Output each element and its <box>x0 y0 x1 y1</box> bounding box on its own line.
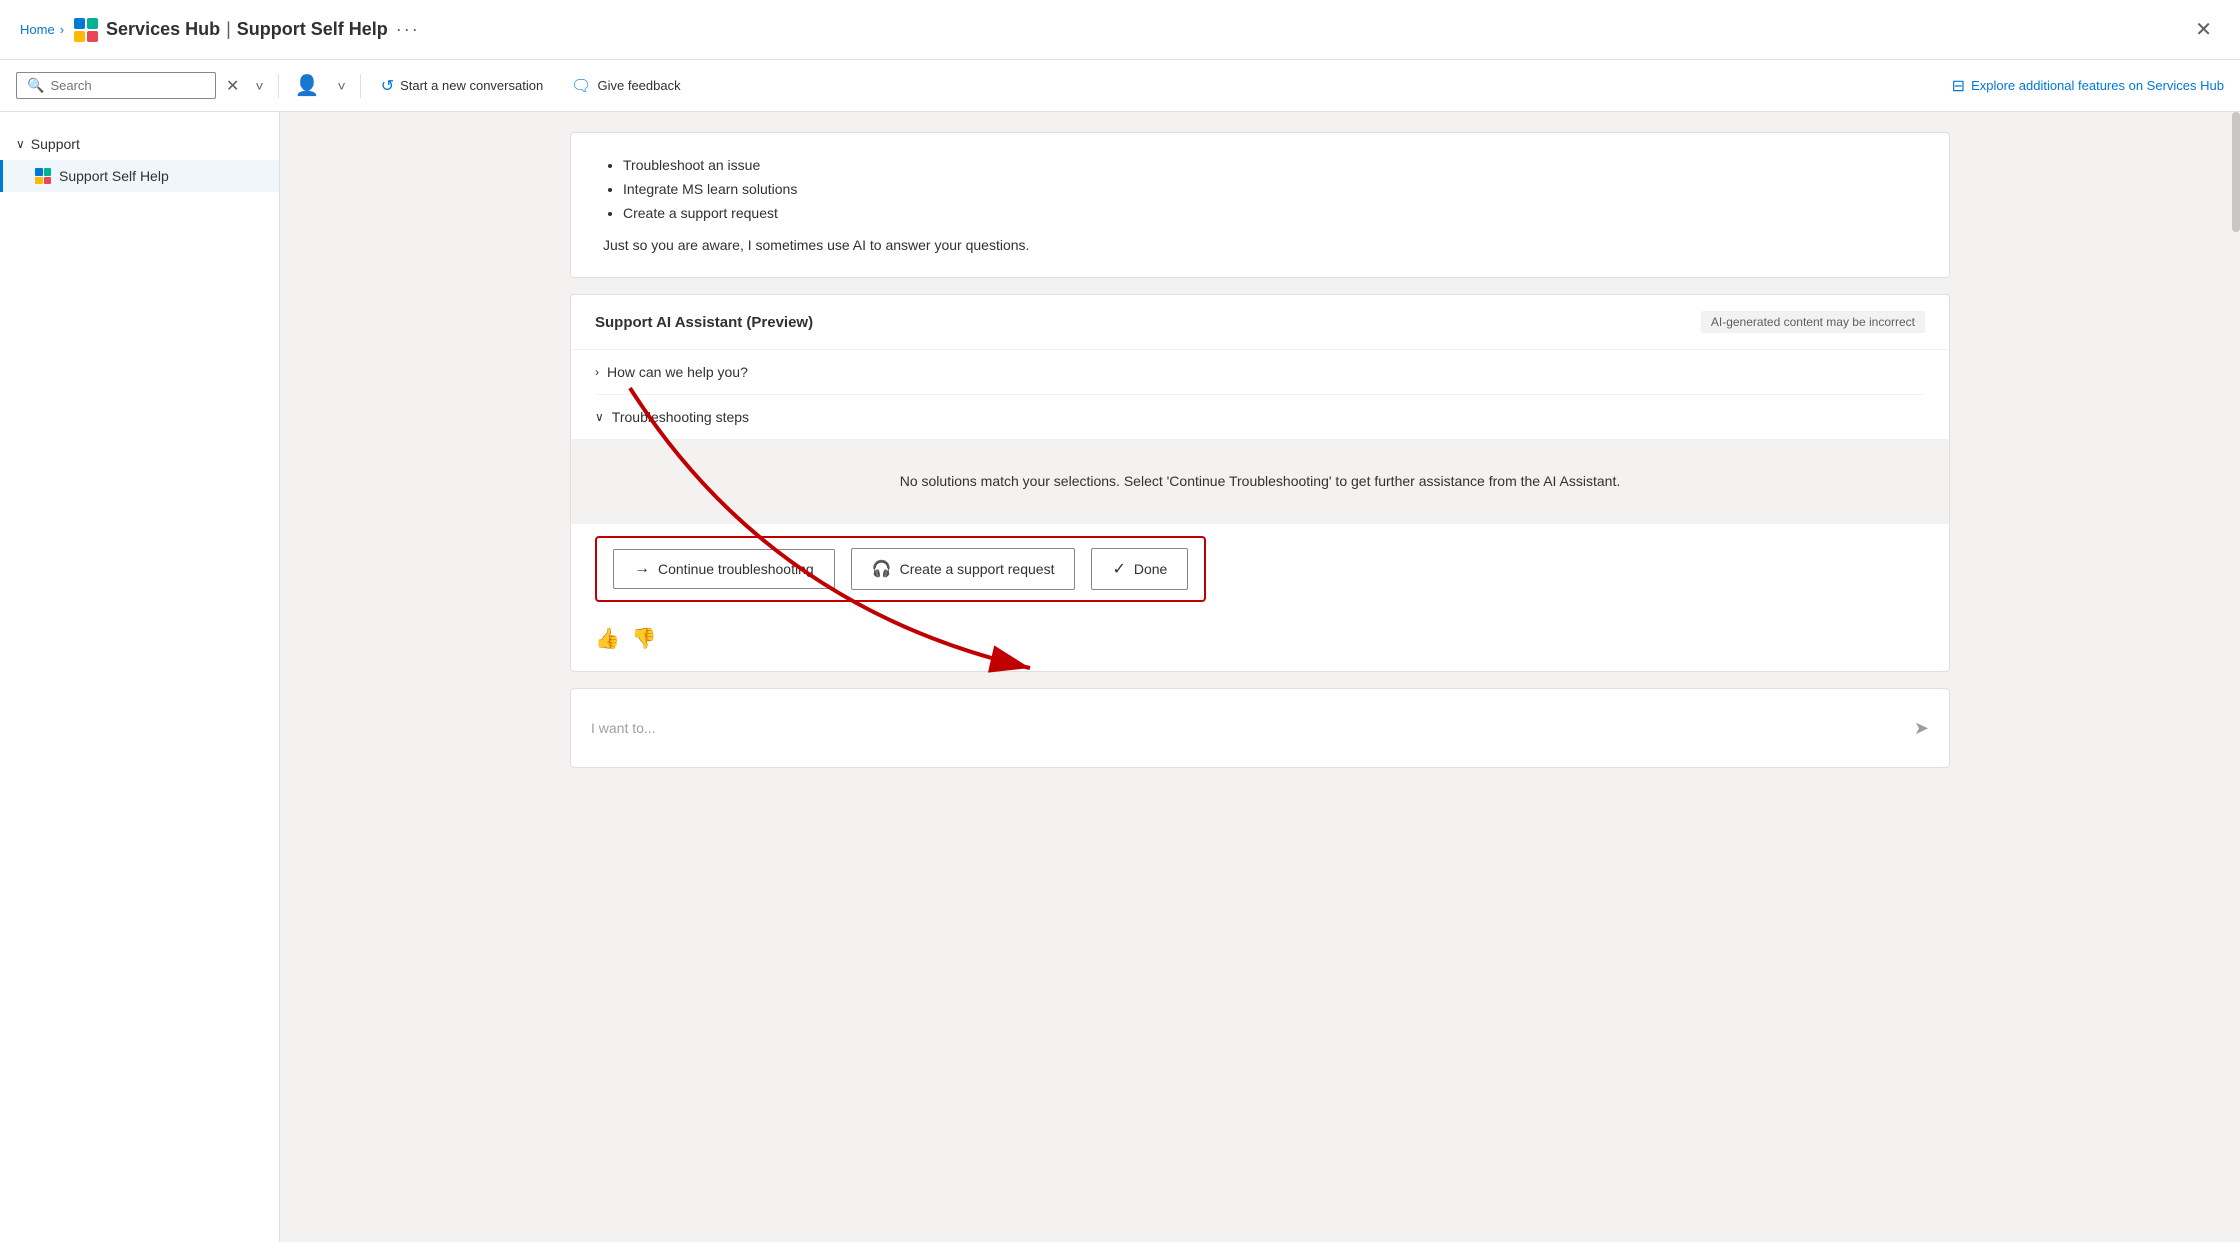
disclaimer-text: Just so you are aware, I sometimes use A… <box>603 237 1917 253</box>
sidebar-item-logo-icon <box>35 168 51 184</box>
ai-troubleshoot-row[interactable]: ∨ Troubleshooting steps <box>595 395 1925 439</box>
breadcrumb: Home › <box>20 22 64 37</box>
feature-list: Troubleshoot an issue Integrate MS learn… <box>603 157 1917 221</box>
ai-section: › How can we help you? ∨ Troubleshooting… <box>571 350 1949 439</box>
thumbs-down-button[interactable]: 👎 <box>632 626 657 651</box>
start-new-conversation-button[interactable]: ↺ Start a new conversation <box>369 71 555 101</box>
close-button[interactable]: ✕ <box>2187 13 2220 46</box>
toolbar-divider <box>278 74 279 98</box>
arrow-right-icon: → <box>634 560 650 578</box>
list-item: Create a support request <box>623 205 1917 221</box>
logo-grid-icon <box>74 18 98 42</box>
refresh-icon: ↺ <box>381 76 394 96</box>
thumbs-up-button[interactable]: 👍 <box>595 626 620 651</box>
ai-assistant-card: Support AI Assistant (Preview) AI-genera… <box>570 294 1950 672</box>
input-placeholder: I want to... <box>591 720 656 736</box>
scrollbar-track[interactable] <box>2232 112 2240 1242</box>
app-title: Services Hub|Support Self Help <box>106 19 388 40</box>
give-feedback-button[interactable]: 🗨 Give feedback <box>559 71 692 101</box>
continue-troubleshooting-button[interactable]: → Continue troubleshooting <box>613 549 835 589</box>
headset-icon: 🎧 <box>872 559 892 579</box>
send-button[interactable]: ➤ <box>1914 718 1929 739</box>
check-icon: ✓ <box>1112 559 1125 579</box>
sidebar-item-label: Support Self Help <box>59 168 169 184</box>
chevron-down-icon: ∨ <box>16 137 25 151</box>
ai-card-header: Support AI Assistant (Preview) AI-genera… <box>571 295 1949 350</box>
breadcrumb-home[interactable]: Home <box>20 22 55 37</box>
ai-disclaimer-badge: AI-generated content may be incorrect <box>1701 311 1925 333</box>
input-area: I want to... ➤ <box>570 688 1950 768</box>
explore-link[interactable]: ⊟ Explore additional features on Service… <box>1952 76 2224 96</box>
sidebar-section: ∨ Support Support Self Help <box>0 120 279 200</box>
no-solutions-message: No solutions match your selections. Sele… <box>595 459 1925 504</box>
sidebar: ∨ Support Support Self Help <box>0 112 280 1242</box>
action-buttons-container: → Continue troubleshooting 🎧 Create a su… <box>571 524 1949 614</box>
title-ellipsis-button[interactable]: ··· <box>396 19 420 40</box>
create-support-request-button[interactable]: 🎧 Create a support request <box>851 548 1076 590</box>
sidebar-item-support-self-help[interactable]: Support Self Help <box>0 160 279 192</box>
content-area: Troubleshoot an issue Integrate MS learn… <box>570 132 1950 768</box>
user-icon[interactable]: 👤 <box>287 69 328 102</box>
ai-help-label: How can we help you? <box>607 364 748 380</box>
sidebar-group-support[interactable]: ∨ Support <box>0 128 279 160</box>
search-clear-icon[interactable]: ✕ <box>220 72 245 100</box>
toolbar-right: ⊟ Explore additional features on Service… <box>1952 76 2224 96</box>
breadcrumb-chevron: › <box>60 22 64 37</box>
search-input[interactable] <box>50 78 190 93</box>
ai-help-row[interactable]: › How can we help you? <box>595 350 1925 395</box>
scrollbar-thumb[interactable] <box>2232 112 2240 232</box>
list-item: Integrate MS learn solutions <box>623 181 1917 197</box>
intro-card: Troubleshoot an issue Integrate MS learn… <box>570 132 1950 278</box>
chevron-down-icon: ∨ <box>595 410 604 424</box>
feedback-row: 👍 👎 <box>571 614 1949 671</box>
toolbar-chevron-icon[interactable]: ˅ <box>249 74 269 98</box>
list-item: Troubleshoot an issue <box>623 157 1917 173</box>
search-icon: 🔍 <box>27 77 44 94</box>
toolbar-divider2 <box>360 74 361 98</box>
ai-troubleshoot-label: Troubleshooting steps <box>612 409 749 425</box>
search-box[interactable]: 🔍 <box>16 72 216 99</box>
feedback-icon: 🗨 <box>571 76 591 96</box>
done-button[interactable]: ✓ Done <box>1091 548 1188 590</box>
app-logo: Services Hub|Support Self Help ··· <box>74 18 420 42</box>
input-box[interactable]: I want to... ➤ <box>570 688 1950 768</box>
main-layout: ∨ Support Support Self Help Troubleshoot… <box>0 112 2240 1242</box>
title-left: Home › Services Hub|Support Self Help ··… <box>20 18 420 42</box>
title-bar: Home › Services Hub|Support Self Help ··… <box>0 0 2240 60</box>
user-chevron-icon[interactable]: ˅ <box>332 74 352 98</box>
toolbar: 🔍 ✕ ˅ 👤 ˅ ↺ Start a new conversation 🗨 G… <box>0 60 2240 112</box>
ai-card-title: Support AI Assistant (Preview) <box>595 314 813 331</box>
main-content: Troubleshoot an issue Integrate MS learn… <box>280 112 2240 1242</box>
explore-icon: ⊟ <box>1952 76 1965 96</box>
troubleshooting-section: No solutions match your selections. Sele… <box>571 439 1949 524</box>
action-buttons-group: → Continue troubleshooting 🎧 Create a su… <box>595 536 1206 602</box>
sidebar-group-label: Support <box>31 136 80 152</box>
chevron-right-icon: › <box>595 365 599 379</box>
